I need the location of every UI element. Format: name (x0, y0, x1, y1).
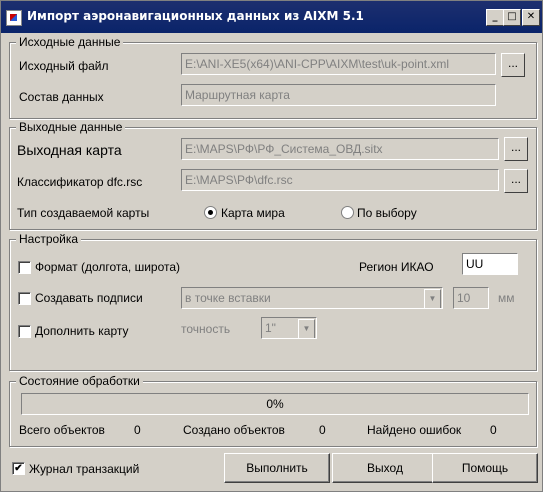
status-group-label: Состояние обработки (16, 374, 143, 388)
created-objects-label: Создано объектов (183, 423, 285, 437)
map-type-custom-label[interactable]: По выбору (357, 206, 417, 220)
output-map-browse-button[interactable]: ... (504, 137, 528, 161)
journal-label[interactable]: Журнал транзакций (29, 462, 139, 476)
source-file-browse-button[interactable]: ... (501, 53, 525, 77)
precision-select[interactable]: 1" ▼ (261, 317, 317, 339)
exit-button[interactable]: Выход (332, 453, 438, 483)
map-type-world-radio[interactable] (204, 206, 217, 219)
classifier-label: Классификатор dfc.rsc (17, 175, 143, 189)
precision-value: 1" (265, 321, 276, 335)
output-map-label: Выходная карта (17, 142, 122, 158)
maximize-button[interactable]: □ (503, 9, 521, 26)
chevron-down-icon[interactable]: ▼ (424, 289, 441, 308)
classifier-browse-button[interactable]: ... (504, 169, 528, 193)
created-objects-value: 0 (319, 423, 326, 437)
create-labels-label[interactable]: Создавать подписи (35, 291, 143, 305)
minimize-button[interactable]: _ (486, 9, 504, 26)
source-file-label: Исходный файл (19, 59, 109, 73)
format-label[interactable]: Формат (долгота, широта) (35, 260, 180, 274)
progress-text: 0% (266, 397, 284, 411)
map-type-custom-radio[interactable] (341, 206, 354, 219)
supplement-map-label[interactable]: Дополнить карту (35, 324, 129, 338)
composition-label: Состав данных (19, 90, 104, 104)
create-labels-checkbox[interactable] (18, 292, 31, 305)
errors-found-value: 0 (490, 423, 497, 437)
progress-bar: 0% (21, 393, 529, 415)
chevron-down-icon[interactable]: ▼ (298, 319, 315, 338)
run-button[interactable]: Выполнить (224, 453, 330, 483)
title-bar[interactable]: Импорт аэронавигационных данных из AIXM … (1, 1, 542, 33)
total-objects-value: 0 (134, 423, 141, 437)
total-objects-label: Всего объектов (19, 423, 105, 437)
source-file-field[interactable]: E:\ANI-XE5(x64)\ANI-CPP\AIXM\test\uk-poi… (181, 53, 496, 75)
map-type-world-label[interactable]: Карта мира (221, 206, 285, 220)
labels-position-select[interactable]: в точке вставки ▼ (181, 287, 443, 309)
labels-size-input[interactable]: 10 (453, 287, 489, 309)
labels-unit-label: мм (498, 291, 515, 305)
errors-found-label: Найдено ошибок (367, 423, 462, 437)
close-button[interactable]: ✕ (522, 9, 540, 26)
journal-checkbox[interactable]: ✔ (12, 462, 25, 475)
window-title: Импорт аэронавигационных данных из AIXM … (27, 9, 364, 23)
format-checkbox[interactable] (18, 261, 31, 274)
labels-position-value: в точке вставки (185, 291, 271, 305)
precision-label: точность (181, 322, 231, 336)
output-group-label: Выходные данные (16, 120, 126, 134)
source-group-label: Исходные данные (16, 35, 124, 49)
icao-region-label: Регион ИКАО (359, 260, 434, 274)
dialog-window: Импорт аэронавигационных данных из AIXM … (0, 0, 543, 492)
map-type-label: Тип создаваемой карты (17, 206, 150, 220)
icao-region-input[interactable]: UU (462, 253, 518, 275)
app-icon (6, 10, 22, 26)
composition-field[interactable]: Маршрутная карта (181, 84, 496, 106)
settings-group-label: Настройка (16, 232, 82, 246)
output-map-field[interactable]: E:\MAPS\РФ\РФ_Система_ОВД.sitx (181, 138, 499, 160)
classifier-field[interactable]: E:\MAPS\РФ\dfc.rsc (181, 169, 499, 191)
help-button[interactable]: Помощь (432, 453, 538, 483)
supplement-map-checkbox[interactable] (18, 325, 31, 338)
